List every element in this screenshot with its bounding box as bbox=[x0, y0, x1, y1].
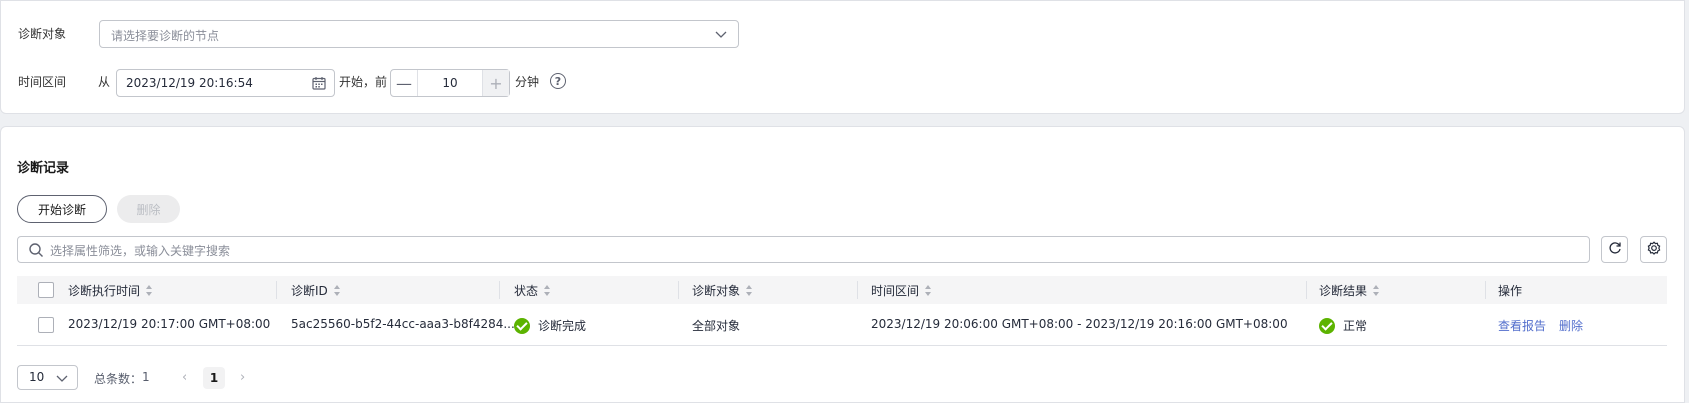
page-size-select[interactable]: 10 bbox=[17, 365, 78, 390]
chevron-down-icon bbox=[55, 371, 69, 385]
cell-status: 诊断完成 bbox=[514, 317, 586, 335]
page-number-current[interactable]: 1 bbox=[203, 367, 225, 389]
calendar-icon[interactable] bbox=[312, 76, 326, 93]
search-icon bbox=[28, 242, 44, 261]
header-result[interactable]: 诊断结果 bbox=[1319, 276, 1380, 304]
from-label: 从 bbox=[98, 75, 111, 89]
success-icon bbox=[514, 317, 530, 334]
header-status[interactable]: 状态 bbox=[514, 276, 551, 304]
delete-row-link[interactable]: 删除 bbox=[1559, 317, 1583, 334]
column-divider bbox=[678, 281, 679, 299]
filter-panel: 诊断对象 请选择要诊断的节点 时间区间 从 2023/12/19 20:16:5… bbox=[0, 0, 1685, 114]
refresh-button[interactable] bbox=[1601, 236, 1628, 263]
refresh-icon bbox=[1608, 241, 1622, 258]
success-icon bbox=[1319, 317, 1335, 334]
header-diag-id[interactable]: 诊断ID bbox=[291, 276, 341, 304]
decrement-button[interactable]: — bbox=[391, 70, 418, 96]
time-label: 时间区间 bbox=[18, 75, 67, 89]
cell-exec-time: 2023/12/19 20:17:00 GMT+08:00 bbox=[68, 317, 271, 331]
start-date-value: 2023/12/19 20:16:54 bbox=[126, 76, 253, 90]
target-label: 诊断对象 bbox=[18, 27, 67, 41]
sort-icon[interactable] bbox=[333, 284, 341, 296]
header-time-range[interactable]: 时间区间 bbox=[871, 276, 932, 304]
start-date-picker[interactable]: 2023/12/19 20:16:54 bbox=[116, 69, 335, 97]
minutes-value[interactable]: 10 bbox=[419, 76, 481, 90]
start-diagnosis-button[interactable]: 开始诊断 bbox=[17, 195, 107, 223]
row-checkbox[interactable] bbox=[38, 317, 54, 333]
records-panel bbox=[0, 126, 1685, 403]
increment-button[interactable]: + bbox=[482, 70, 509, 96]
help-icon[interactable]: ? bbox=[550, 73, 566, 89]
search-input[interactable]: 选择属性筛选，或输入关键字搜索 bbox=[17, 236, 1590, 263]
table-header: 诊断执行时间 诊断ID 状态 诊断对象 时间区间 诊断结果 操作 bbox=[17, 276, 1667, 304]
section-title: 诊断记录 bbox=[17, 161, 70, 176]
target-node-select[interactable]: 请选择要诊断的节点 bbox=[99, 20, 739, 48]
target-node-placeholder: 请选择要诊断的节点 bbox=[111, 29, 220, 43]
next-page-button[interactable]: › bbox=[240, 370, 245, 385]
table-row: 2023/12/19 20:17:00 GMT+08:00 5ac25560-b… bbox=[17, 305, 1667, 346]
select-all-checkbox[interactable] bbox=[38, 282, 54, 298]
prev-page-button[interactable]: ‹ bbox=[182, 370, 187, 385]
total-value: 1 bbox=[142, 370, 150, 384]
view-report-link[interactable]: 查看报告 bbox=[1498, 317, 1546, 334]
header-exec-time[interactable]: 诊断执行时间 bbox=[68, 276, 153, 304]
sort-icon[interactable] bbox=[544, 284, 551, 296]
header-actions: 操作 bbox=[1498, 283, 1523, 298]
column-divider bbox=[1485, 281, 1486, 299]
header-target[interactable]: 诊断对象 bbox=[692, 276, 753, 304]
sort-icon[interactable] bbox=[1373, 284, 1380, 296]
chevron-down-icon bbox=[714, 27, 728, 41]
minutes-unit-label: 分钟 bbox=[515, 75, 540, 89]
delete-button[interactable]: 删除 bbox=[117, 195, 180, 223]
cell-diag-id: 5ac25560-b5f2-44cc-aaa3-b8f4284... bbox=[291, 317, 515, 331]
settings-button[interactable] bbox=[1640, 236, 1667, 263]
column-divider bbox=[276, 281, 277, 299]
settings-icon bbox=[1646, 240, 1662, 259]
page-size-value: 10 bbox=[29, 370, 45, 384]
cell-result: 正常 bbox=[1319, 317, 1367, 335]
column-divider bbox=[499, 281, 500, 299]
column-divider bbox=[1306, 281, 1307, 299]
sort-icon[interactable] bbox=[925, 284, 932, 296]
total-label: 总条数： bbox=[94, 372, 143, 386]
column-divider bbox=[857, 281, 858, 299]
sort-icon[interactable] bbox=[146, 284, 153, 296]
cell-target: 全部对象 bbox=[692, 319, 741, 333]
minutes-stepper[interactable]: — 10 + bbox=[390, 69, 510, 97]
start-suffix-label: 开始，前 bbox=[339, 75, 388, 89]
cell-time-range: 2023/12/19 20:06:00 GMT+08:00 - 2023/12/… bbox=[871, 317, 1288, 331]
search-placeholder: 选择属性筛选，或输入关键字搜索 bbox=[50, 244, 231, 258]
sort-icon[interactable] bbox=[746, 284, 753, 296]
